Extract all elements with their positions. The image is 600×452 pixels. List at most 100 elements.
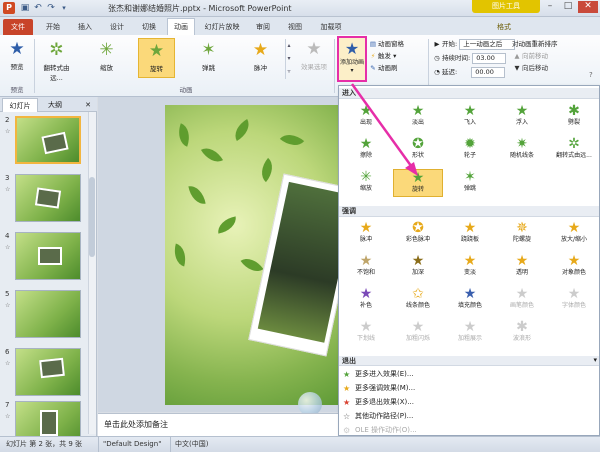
- language-indicator[interactable]: 中文(中国): [170, 437, 212, 452]
- slide-thumbnail[interactable]: 4 ☆: [0, 230, 95, 282]
- anim-desaturate[interactable]: ★ 不饱和: [341, 253, 391, 281]
- animation-pane-button[interactable]: ▤ 动画窗格: [368, 38, 404, 50]
- anim-complementary-color[interactable]: ★ 补色: [341, 286, 391, 314]
- minimize-button[interactable]: –: [541, 1, 559, 13]
- tab-format[interactable]: 格式: [484, 19, 524, 35]
- thumbnail-scrollbar[interactable]: [88, 112, 96, 434]
- move-later-button[interactable]: ▼ 向后移动: [512, 62, 558, 74]
- tab-animations[interactable]: 动画: [167, 18, 195, 35]
- help-icon[interactable]: ?: [589, 71, 593, 79]
- powerpoint-app-icon[interactable]: P: [3, 2, 15, 14]
- anim-split[interactable]: ✱ 劈裂: [549, 103, 599, 131]
- save-icon[interactable]: ▣: [19, 2, 31, 14]
- close-window-button[interactable]: ✕: [578, 1, 598, 13]
- pane-tabs: 幻灯片 大纲 ✕: [0, 97, 97, 112]
- more-entrance-effects-link[interactable]: ★ 更多进入效果(E)...: [339, 368, 599, 381]
- desaturate-star-icon: ★: [359, 253, 373, 269]
- ribbon-anim-zoom[interactable]: ✳ 缩放: [88, 38, 125, 78]
- anim-bounce[interactable]: ✶ 弹跳: [445, 169, 495, 197]
- ribbon-anim-pulse[interactable]: ★ 脉冲: [242, 38, 279, 78]
- anim-spin-emphasis[interactable]: ✵ 陀螺旋: [497, 220, 547, 248]
- slide-thumbnail[interactable]: 2 ☆: [0, 114, 95, 166]
- anim-spin[interactable]: ★ 旋转: [393, 169, 443, 197]
- thumbnail-image: [15, 348, 81, 396]
- tab-file[interactable]: 文件: [3, 19, 33, 35]
- thumbnail-image: [15, 116, 81, 164]
- ribbon-anim-flip-from-far[interactable]: ✲ 翻转式由远...: [38, 38, 75, 82]
- anim-wheel[interactable]: ✹ 轮子: [445, 136, 495, 164]
- slide-thumbnail[interactable]: 3 ☆: [0, 172, 95, 224]
- anim-fly-in[interactable]: ★ 飞入: [445, 103, 495, 131]
- anim-object-color[interactable]: ★ 对象颜色: [549, 253, 599, 281]
- tab-slideshow[interactable]: 幻灯片放映: [200, 19, 244, 35]
- tab-outline[interactable]: 大纲: [40, 98, 70, 112]
- tab-addins[interactable]: 加载项: [314, 19, 348, 35]
- slide-thumbnail[interactable]: 6 ☆: [0, 346, 95, 398]
- preview-button[interactable]: ★ 预览: [2, 39, 32, 81]
- anim-random-bars[interactable]: ✷ 随机线条: [497, 136, 547, 164]
- down-arrow-icon: ▼: [514, 64, 520, 72]
- delay-input[interactable]: 00.00: [471, 66, 506, 78]
- tab-review[interactable]: 审阅: [250, 19, 276, 35]
- anim-fade[interactable]: ★ 淡出: [393, 103, 443, 131]
- emphasis-star-icon: ★: [343, 384, 351, 393]
- leaf-decoration: [255, 157, 279, 183]
- tab-view[interactable]: 视图: [282, 19, 308, 35]
- ribbon-anim-spin[interactable]: ★ 旋转: [138, 38, 175, 78]
- anim-float-in[interactable]: ★ 浮入: [497, 103, 547, 131]
- wave-star-icon: ✱: [516, 319, 528, 335]
- undo-icon[interactable]: ↶: [32, 2, 44, 14]
- anim-line-color[interactable]: ✩ 线条颜色: [393, 286, 443, 314]
- customize-qat-icon[interactable]: ▾: [58, 2, 70, 14]
- move-earlier-button[interactable]: ▲ 向前移动: [512, 50, 558, 62]
- ribbon-anim-bounce[interactable]: ✶ 弹跳: [190, 38, 227, 78]
- anim-shape[interactable]: ✪ 形状: [393, 136, 443, 164]
- tab-home[interactable]: 开始: [40, 19, 66, 35]
- animation-painter-button[interactable]: ✎ 动画刷: [368, 62, 404, 74]
- dropdown-scroll-icon[interactable]: ▾: [593, 356, 597, 364]
- slide-thumbnail[interactable]: 7 ☆: [0, 399, 95, 436]
- anim-font-color[interactable]: ★ 字体颜色: [549, 286, 599, 314]
- anim-teeter[interactable]: ★ 跷跷板: [445, 220, 495, 248]
- anim-grow-shrink[interactable]: ★ 放大/缩小: [549, 220, 599, 248]
- more-exit-effects-link[interactable]: ★ 更多退出效果(X)...: [339, 396, 599, 409]
- tab-insert[interactable]: 插入: [72, 19, 98, 35]
- slide-thumbnail[interactable]: 5 ☆: [0, 288, 95, 340]
- tab-design[interactable]: 设计: [104, 19, 130, 35]
- anim-flip-from-far[interactable]: ✲ 翻转式由远...: [549, 136, 599, 164]
- anim-underline[interactable]: ★ 下划线: [341, 319, 391, 347]
- anim-appear[interactable]: ★ 出现: [341, 103, 391, 131]
- anim-bold-flash[interactable]: ★ 加粗闪烁: [393, 319, 443, 347]
- scrollbar-thumb[interactable]: [89, 177, 95, 257]
- anim-color-pulse[interactable]: ✪ 彩色脉冲: [393, 220, 443, 248]
- trigger-button[interactable]: ⚡ 触发 ▾: [368, 50, 404, 62]
- more-motion-paths-link[interactable]: ☆ 其他动作路径(P)...: [339, 410, 599, 423]
- more-emphasis-effects-link[interactable]: ★ 更多强调效果(M)...: [339, 382, 599, 395]
- close-pane-icon[interactable]: ✕: [82, 98, 94, 112]
- float-in-star-icon: ★: [515, 103, 529, 119]
- anim-bold-reveal[interactable]: ★ 加粗展示: [445, 319, 495, 347]
- duration-input[interactable]: 03.00: [472, 52, 507, 64]
- anim-transparency[interactable]: ★ 透明: [497, 253, 547, 281]
- anim-brush-color[interactable]: ★ 画笔颜色: [497, 286, 547, 314]
- anim-wave[interactable]: ✱ 波浪形: [497, 319, 547, 347]
- anim-lighten[interactable]: ★ 变淡: [445, 253, 495, 281]
- wheel-star-icon: ✹: [464, 136, 476, 152]
- group-label-animation: 动画: [179, 86, 193, 94]
- anim-darken[interactable]: ★ 加深: [393, 253, 443, 281]
- maximize-button[interactable]: □: [559, 1, 577, 13]
- tab-slides[interactable]: 幻灯片: [2, 98, 38, 112]
- anim-pulse[interactable]: ★ 脉冲: [341, 220, 391, 248]
- redo-icon[interactable]: ↷: [45, 2, 57, 14]
- notes-pane[interactable]: 单击此处添加备注: [98, 413, 340, 436]
- anim-zoom[interactable]: ✳ 缩放: [341, 169, 391, 197]
- add-animation-dropdown: 进入 ★ 出现 ★ 淡出 ★ 飞入 ★ 浮入 ✱ 劈裂 ★ 擦除 ✪ 形状 ✹ 轮子 ✷ 随机线条…: [338, 85, 600, 436]
- start-select[interactable]: 上一动画之后: [459, 38, 516, 50]
- effect-options-button[interactable]: ★ 效果选项: [295, 39, 333, 81]
- leaf-decoration: [170, 243, 190, 267]
- tab-transitions[interactable]: 切换: [136, 19, 162, 35]
- add-animation-button[interactable]: ★ 添加动画 ▾: [337, 36, 367, 82]
- gallery-scroll[interactable]: ▴ ▾ ▿: [285, 39, 292, 79]
- anim-fill-color[interactable]: ★ 填充颜色: [445, 286, 495, 314]
- anim-wipe[interactable]: ★ 擦除: [341, 136, 391, 164]
